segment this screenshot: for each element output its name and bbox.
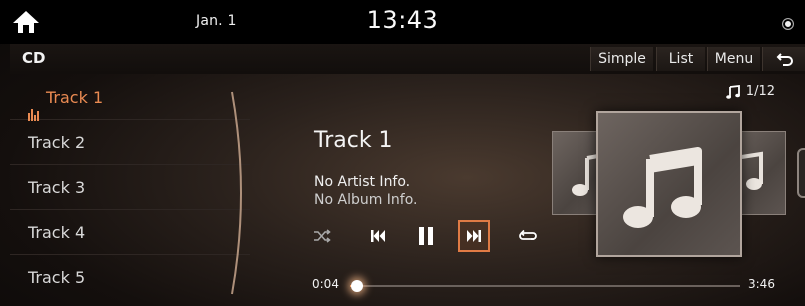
pause-button[interactable] (410, 220, 442, 252)
status-indicator-icon (782, 18, 794, 30)
next-track-button[interactable] (458, 220, 490, 252)
cd-player-screen: Jan. 1 13:43 CD Simple List Menu Track 1… (0, 0, 805, 306)
now-playing-album: No Album Info. (314, 192, 418, 208)
track-list-item[interactable]: Track 1 (10, 76, 250, 121)
shuffle-button[interactable] (306, 220, 338, 252)
menu-button[interactable]: Menu (707, 47, 760, 71)
music-note-icon (725, 84, 740, 99)
total-time: 3:46 (748, 277, 775, 291)
elapsed-time: 0:04 (312, 277, 339, 291)
track-label: Track 3 (28, 178, 86, 197)
list-button[interactable]: List (656, 47, 705, 71)
music-note-icon (623, 147, 702, 228)
album-art[interactable] (596, 111, 742, 257)
track-label: Track 1 (46, 88, 104, 107)
back-button[interactable] (762, 47, 805, 71)
source-title: CD (22, 49, 46, 67)
status-clock: 13:43 (366, 6, 439, 34)
track-count-value: 1/12 (745, 84, 775, 99)
pause-icon (419, 227, 433, 245)
previous-track-button[interactable] (362, 220, 394, 252)
back-arrow-icon (776, 53, 793, 66)
track-list-item[interactable]: Track 3 (10, 166, 250, 210)
track-count: 1/12 (725, 84, 775, 99)
progress-knob[interactable] (351, 280, 364, 292)
progress-bar[interactable] (350, 280, 740, 292)
list-scroll-arc[interactable] (228, 88, 266, 298)
next-track-icon (467, 230, 481, 242)
simple-button[interactable]: Simple (590, 47, 653, 71)
now-playing-artist: No Artist Info. (314, 174, 411, 190)
side-panel-handle[interactable] (797, 148, 805, 198)
now-playing-title: Track 1 (314, 128, 393, 153)
repeat-icon (519, 229, 537, 240)
track-label: Track 4 (28, 223, 86, 242)
track-list-item[interactable]: Track 2 (10, 121, 250, 165)
track-list: Track 1 Track 2 Track 3 Track 4 Track 5 (10, 76, 260, 306)
track-label: Track 5 (28, 268, 86, 287)
equalizer-icon (28, 77, 40, 121)
track-list-item[interactable]: Track 5 (10, 256, 250, 300)
source-header: CD Simple List Menu (10, 44, 805, 74)
repeat-button[interactable] (512, 220, 544, 252)
status-bar: Jan. 1 13:43 (0, 0, 805, 44)
track-label: Track 2 (28, 133, 86, 152)
shuffle-icon (314, 229, 331, 243)
previous-track-icon (371, 230, 385, 242)
track-list-item[interactable]: Track 4 (10, 211, 250, 255)
